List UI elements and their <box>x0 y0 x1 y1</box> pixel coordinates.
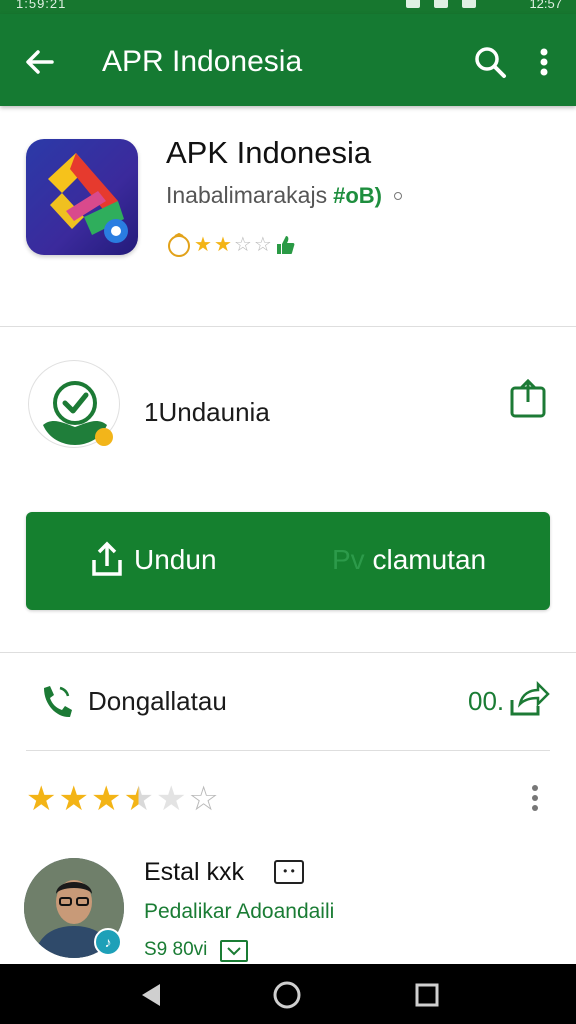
count-label: 00. <box>468 686 505 716</box>
battery-icon <box>462 0 476 8</box>
nav-recent-icon[interactable] <box>414 982 440 1008</box>
star-icon: ★ <box>194 234 212 256</box>
app-name: APK Indonesia <box>166 135 372 170</box>
secondary-prefix: Pv <box>332 544 365 575</box>
star-empty-icon: ☆ <box>253 234 272 256</box>
share-icon[interactable] <box>508 680 550 718</box>
divider <box>26 750 550 751</box>
review-rating: ★ ★ ★ ★ ★ ☆ <box>26 782 219 816</box>
nav-home-icon[interactable] <box>272 980 302 1010</box>
status-time-right: 12:57 <box>529 0 562 11</box>
star-icon: ★ <box>213 234 232 256</box>
music-note-icon: ♪ <box>94 928 122 956</box>
secondary-text: clamutan <box>372 544 487 575</box>
divider <box>0 326 576 327</box>
contact-label[interactable]: Dongallatau <box>88 684 227 718</box>
review-date: S9 80vi <box>144 939 208 960</box>
tag-icon: • • <box>274 860 304 884</box>
share-icon[interactable] <box>508 378 548 420</box>
status-icons <box>406 0 476 8</box>
star-icon: ★ <box>58 780 89 818</box>
nav-back-icon[interactable] <box>138 982 164 1008</box>
more-vert-icon[interactable] <box>528 782 542 814</box>
verified-badge-icon <box>28 360 120 448</box>
info-dot-icon <box>393 191 402 200</box>
reply-icon[interactable] <box>220 940 248 962</box>
reviewer-name: Estal kxk <box>144 858 245 886</box>
app-rating: ★ ★ ☆ ☆ <box>166 232 296 258</box>
search-icon[interactable] <box>470 42 510 82</box>
system-nav-bar <box>0 964 576 1024</box>
developer-badge: #oB) <box>333 182 382 208</box>
app-bar: APR Indonesia <box>0 14 576 106</box>
star-empty-icon: ☆ <box>188 780 219 818</box>
developer-row[interactable]: Inabalimarakajs #oB) <box>166 182 402 209</box>
developer-name[interactable]: Inabalimarakajs <box>166 182 327 209</box>
download-label: Undun <box>134 544 217 575</box>
divider <box>0 652 576 653</box>
wifi-icon <box>434 0 448 8</box>
star-half-icon: ★ <box>123 780 154 818</box>
status-time-left: 1:59:21 <box>16 0 67 11</box>
status-bar: 1:59:21 12:57 <box>0 0 576 14</box>
arrow-back-icon[interactable] <box>20 42 60 82</box>
app-logo-icon <box>26 139 138 255</box>
more-vert-icon[interactable] <box>530 42 558 82</box>
signal-icon <box>406 0 420 8</box>
star-icon: ★ <box>26 780 57 818</box>
star-empty-icon: ☆ <box>233 234 252 256</box>
verify-label: 1Undaunia <box>144 397 270 427</box>
star-icon: ★ <box>90 780 122 818</box>
thumbs-up-icon <box>276 236 295 254</box>
clock-icon <box>168 232 190 257</box>
secondary-label: Pv clamutan <box>332 542 486 578</box>
page-title: APR Indonesia <box>102 45 303 78</box>
upload-icon <box>90 540 124 580</box>
star-empty-icon: ★ <box>155 780 187 818</box>
reviewer-subtitle: Pedalikar Adoandaili <box>144 900 335 923</box>
download-button[interactable]: Undun Pv clamutan <box>26 512 550 610</box>
phone-icon <box>38 682 74 722</box>
